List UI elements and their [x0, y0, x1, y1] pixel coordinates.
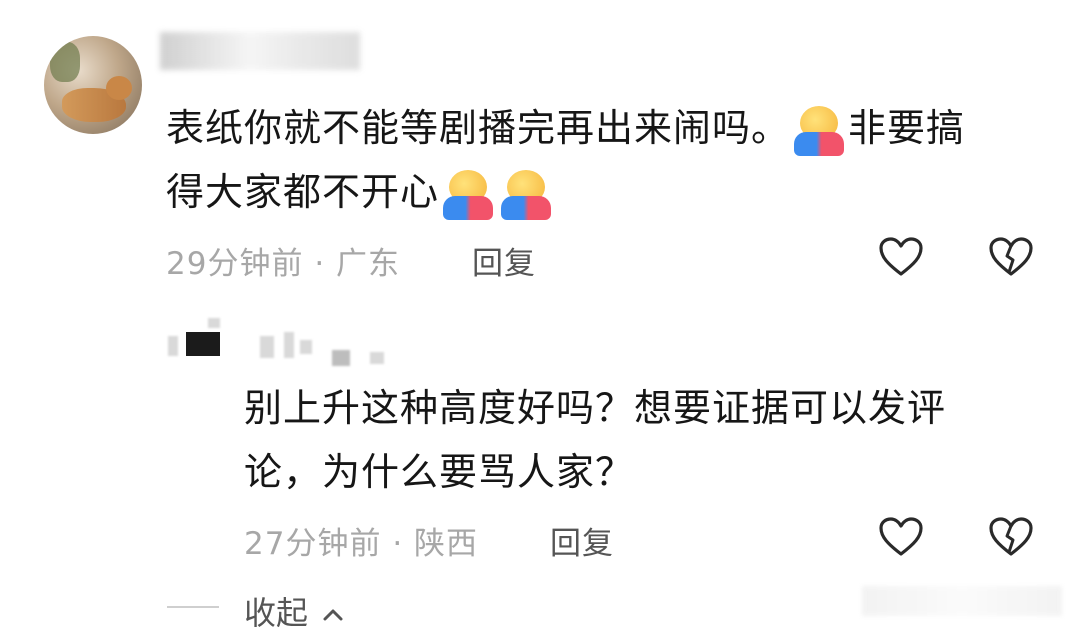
- comment-1-meta: 29分钟前 · 广东: [166, 238, 400, 283]
- reply-user-redacted[interactable]: [168, 318, 388, 370]
- timestamp: 27分钟前: [244, 526, 382, 562]
- comment-2-meta: 27分钟前 · 陕西: [244, 518, 478, 563]
- heart-outline-icon[interactable]: [878, 516, 924, 558]
- location: 陕西: [414, 526, 479, 562]
- location: 广东: [336, 246, 401, 282]
- collapse-divider: [167, 606, 219, 608]
- reply-button[interactable]: 回复: [550, 518, 614, 563]
- hugging-face-emoji-icon: [501, 169, 552, 220]
- collapse-button[interactable]: 收起: [244, 588, 344, 634]
- comment-1-line1-end: 非要搞: [848, 106, 966, 150]
- comment-2-line2: 论，为什么要骂人家？: [244, 450, 635, 494]
- hugging-face-emoji-icon: [794, 105, 845, 156]
- watermark-redacted: [862, 586, 1062, 616]
- chevron-up-icon: [323, 609, 343, 621]
- comment-1-text: 表纸你就不能等剧播完再出来闹吗。 非要搞 得大家都不开心: [166, 96, 1046, 224]
- broken-heart-icon[interactable]: [988, 236, 1034, 278]
- broken-heart-icon[interactable]: [988, 516, 1034, 558]
- comment-2-line1: 别上升这种高度好吗？想要证据可以发评: [244, 386, 947, 430]
- comment-1-line2: 得大家都不开心: [166, 170, 440, 214]
- timestamp: 29分钟前: [166, 246, 304, 282]
- comment-1-line1: 表纸你就不能等剧播完再出来闹吗。: [166, 106, 791, 150]
- collapse-label: 收起: [244, 594, 309, 632]
- meta-dot: ·: [314, 246, 326, 282]
- meta-dot: ·: [392, 526, 404, 562]
- avatar[interactable]: [44, 36, 142, 134]
- heart-outline-icon[interactable]: [878, 236, 924, 278]
- hugging-face-emoji-icon: [443, 169, 494, 220]
- username-redacted[interactable]: [160, 32, 360, 70]
- comment-2-text: 别上升这种高度好吗？想要证据可以发评 论，为什么要骂人家？: [244, 376, 1044, 504]
- reply-button[interactable]: 回复: [472, 238, 536, 283]
